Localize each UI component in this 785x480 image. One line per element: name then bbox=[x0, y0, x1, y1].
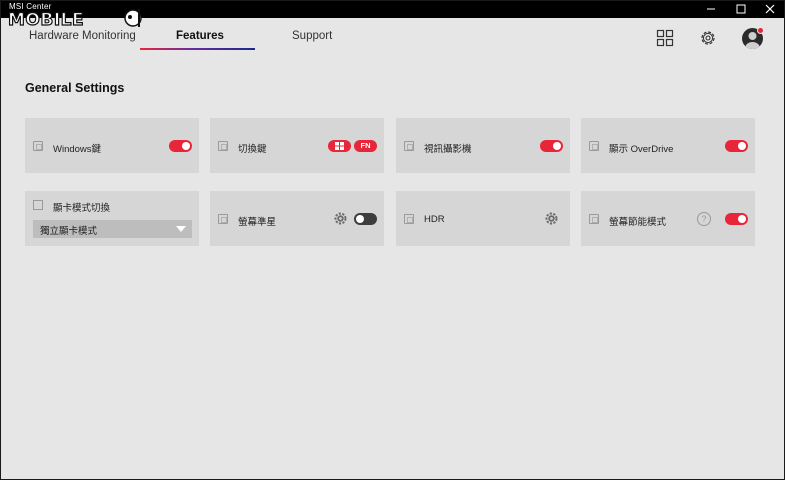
card-crosshair: 螢幕準星 bbox=[210, 191, 384, 246]
settings-gear-icon[interactable] bbox=[699, 29, 717, 47]
overdrive-icon bbox=[589, 141, 599, 151]
close-icon bbox=[765, 4, 775, 14]
tab-hardware-monitoring[interactable]: Hardware Monitoring bbox=[29, 30, 136, 42]
windows-key-toggle[interactable] bbox=[169, 140, 192, 152]
card-overdrive: 顯示 OverDrive bbox=[581, 118, 755, 173]
chevron-down-icon bbox=[176, 226, 186, 232]
grid-icon[interactable] bbox=[656, 29, 674, 47]
webcam-icon bbox=[404, 141, 414, 151]
overdrive-toggle[interactable] bbox=[725, 140, 748, 152]
gear-icon[interactable] bbox=[334, 212, 347, 225]
svg-text:MOBILE: MOBILE bbox=[8, 10, 84, 29]
gear-icon[interactable] bbox=[545, 212, 558, 225]
windows-pill-button[interactable] bbox=[328, 140, 351, 152]
card-webcam: 視訊攝影機 bbox=[396, 118, 570, 173]
hdr-icon bbox=[404, 214, 414, 224]
card-label: 螢幕節能模式 bbox=[609, 217, 667, 228]
card-switch-key: 切換鍵 FN bbox=[210, 118, 384, 173]
card-label: 顯卡模式切換 bbox=[53, 203, 111, 214]
gpu-switch-icon bbox=[33, 200, 43, 210]
card-eco-display: 螢幕節能模式 ? bbox=[581, 191, 755, 246]
card-label: 切換鍵 bbox=[238, 144, 267, 155]
section-title: General Settings bbox=[25, 81, 125, 95]
active-tab-indicator bbox=[140, 48, 255, 50]
minimize-icon bbox=[707, 8, 715, 10]
maximize-button[interactable] bbox=[726, 0, 756, 18]
card-windows-key: Windows鍵 bbox=[25, 118, 199, 173]
switch-key-icon bbox=[218, 141, 228, 151]
minimize-button[interactable] bbox=[696, 0, 726, 18]
windows-logo-icon bbox=[335, 142, 344, 150]
select-value: 獨立顯卡模式 bbox=[40, 226, 98, 237]
webcam-toggle[interactable] bbox=[540, 140, 563, 152]
eco-display-toggle[interactable] bbox=[725, 213, 748, 225]
card-label: HDR bbox=[424, 214, 445, 225]
fn-pill-button[interactable]: FN bbox=[354, 140, 377, 152]
card-gpu-switch: 顯卡模式切換 獨立顯卡模式 bbox=[25, 191, 199, 246]
notification-dot bbox=[757, 27, 764, 34]
crosshair-toggle[interactable] bbox=[354, 213, 377, 225]
windows-key-icon bbox=[33, 141, 43, 151]
gpu-mode-select[interactable]: 獨立顯卡模式 bbox=[33, 220, 192, 238]
mobile01-logo: MOBILE bbox=[8, 9, 142, 29]
eco-display-icon bbox=[589, 214, 599, 224]
tab-features[interactable]: Features bbox=[176, 30, 224, 42]
card-label: Windows鍵 bbox=[53, 144, 102, 155]
close-button[interactable] bbox=[755, 0, 785, 18]
maximize-icon bbox=[736, 4, 746, 14]
crosshair-icon bbox=[218, 214, 228, 224]
card-label: 螢幕準星 bbox=[238, 217, 277, 228]
card-hdr: HDR bbox=[396, 191, 570, 246]
card-label: 視訊攝影機 bbox=[424, 144, 472, 155]
card-label: 顯示 OverDrive bbox=[609, 144, 674, 155]
tab-support[interactable]: Support bbox=[292, 30, 332, 42]
help-icon[interactable]: ? bbox=[697, 212, 711, 226]
